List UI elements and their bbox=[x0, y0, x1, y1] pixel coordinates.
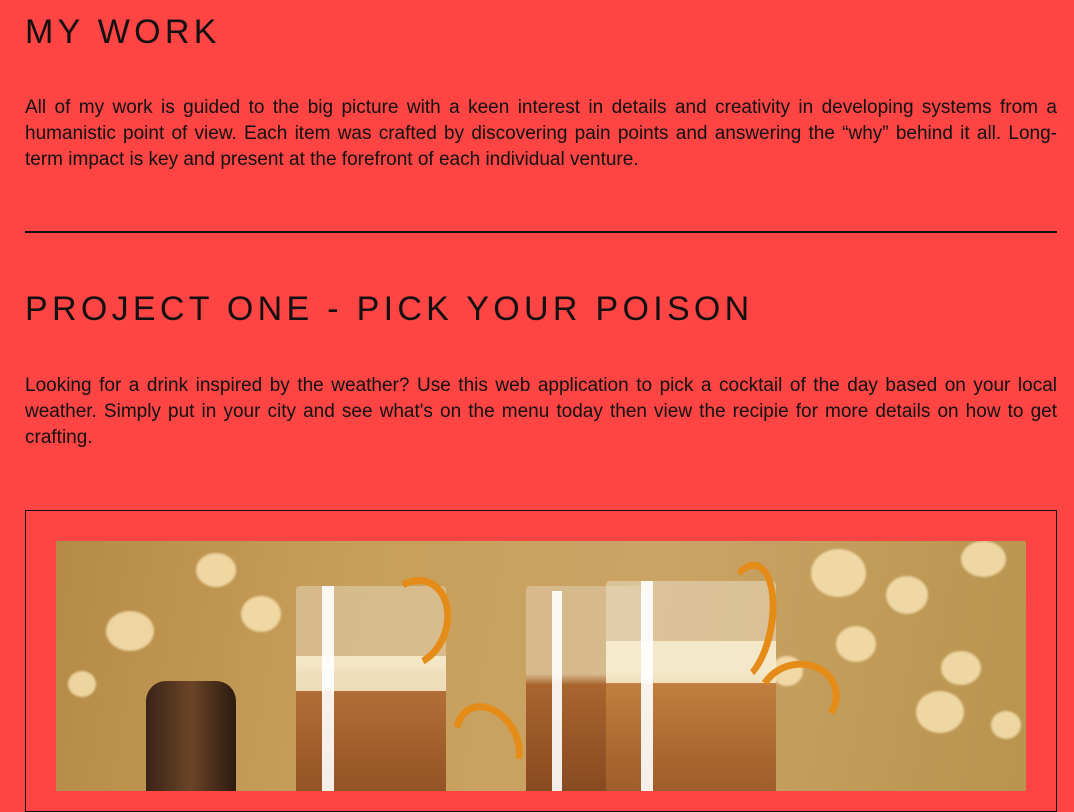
bokeh-light bbox=[68, 671, 96, 697]
bokeh-light bbox=[886, 576, 928, 614]
cocktail-shaker bbox=[146, 681, 236, 791]
bokeh-light bbox=[991, 711, 1021, 739]
project-image[interactable] bbox=[56, 541, 1026, 791]
project-description: Looking for a drink inspired by the weat… bbox=[25, 375, 1057, 448]
bokeh-light bbox=[961, 541, 1006, 577]
section-divider bbox=[25, 231, 1057, 233]
bokeh-light bbox=[196, 553, 236, 587]
my-work-title: MY WORK bbox=[25, 13, 221, 51]
bokeh-light bbox=[916, 691, 964, 733]
project-title: PROJECT ONE - PICK YOUR POISON bbox=[25, 290, 754, 328]
bokeh-light bbox=[811, 549, 866, 597]
my-work-intro: All of my work is guided to the big pict… bbox=[25, 97, 1057, 170]
glass-highlight bbox=[552, 591, 562, 791]
project-card[interactable] bbox=[25, 510, 1057, 812]
bokeh-light bbox=[836, 626, 876, 662]
glass-highlight bbox=[641, 581, 653, 791]
bokeh-light bbox=[106, 611, 154, 651]
bokeh-light bbox=[941, 651, 981, 685]
glass-highlight bbox=[322, 586, 334, 791]
bokeh-light bbox=[241, 596, 281, 632]
